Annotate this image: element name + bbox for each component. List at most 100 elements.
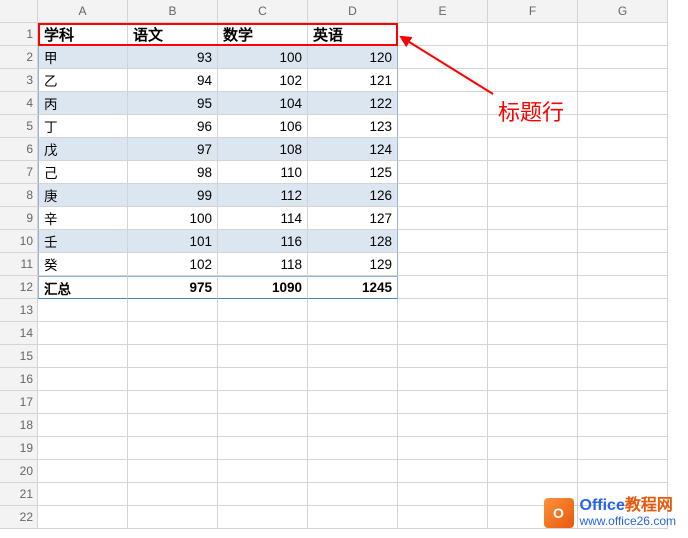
data-cell-r8-c1[interactable]: 116	[218, 230, 308, 253]
cell-B13[interactable]	[128, 299, 218, 322]
column-header-G[interactable]: G	[578, 0, 668, 23]
cell-D19[interactable]	[308, 437, 398, 460]
data-cell-r2-c2[interactable]: 122	[308, 92, 398, 115]
data-cell-r4-c0[interactable]: 97	[128, 138, 218, 161]
data-cell-r3-c1[interactable]: 106	[218, 115, 308, 138]
cell-E18[interactable]	[398, 414, 488, 437]
cell-D21[interactable]	[308, 483, 398, 506]
data-cell-r7-c2[interactable]: 127	[308, 207, 398, 230]
cell-D17[interactable]	[308, 391, 398, 414]
cell-B14[interactable]	[128, 322, 218, 345]
row-header-20[interactable]: 20	[0, 460, 38, 483]
cell-F6[interactable]	[488, 138, 578, 161]
cell-E22[interactable]	[398, 506, 488, 529]
cell-B18[interactable]	[128, 414, 218, 437]
row-header-18[interactable]: 18	[0, 414, 38, 437]
cell-G1[interactable]	[578, 23, 668, 46]
cell-A22[interactable]	[38, 506, 128, 529]
cell-E14[interactable]	[398, 322, 488, 345]
data-cell-r3-c2[interactable]: 123	[308, 115, 398, 138]
cell-G14[interactable]	[578, 322, 668, 345]
cell-G6[interactable]	[578, 138, 668, 161]
cell-F14[interactable]	[488, 322, 578, 345]
cell-B19[interactable]	[128, 437, 218, 460]
cell-E21[interactable]	[398, 483, 488, 506]
select-all-corner[interactable]	[0, 0, 38, 23]
cell-B22[interactable]	[128, 506, 218, 529]
row-name-4[interactable]: 戊	[38, 138, 128, 161]
cell-D18[interactable]	[308, 414, 398, 437]
cell-G13[interactable]	[578, 299, 668, 322]
data-cell-r4-c2[interactable]: 124	[308, 138, 398, 161]
cell-F10[interactable]	[488, 230, 578, 253]
row-header-3[interactable]: 3	[0, 69, 38, 92]
totals-value-1[interactable]: 1090	[218, 276, 308, 299]
data-cell-r0-c1[interactable]: 100	[218, 46, 308, 69]
cell-G19[interactable]	[578, 437, 668, 460]
data-cell-r9-c2[interactable]: 129	[308, 253, 398, 276]
cell-F15[interactable]	[488, 345, 578, 368]
cell-F17[interactable]	[488, 391, 578, 414]
row-header-14[interactable]: 14	[0, 322, 38, 345]
data-cell-r6-c2[interactable]: 126	[308, 184, 398, 207]
cell-A20[interactable]	[38, 460, 128, 483]
row-header-2[interactable]: 2	[0, 46, 38, 69]
cell-E16[interactable]	[398, 368, 488, 391]
cell-E12[interactable]	[398, 276, 488, 299]
cell-C17[interactable]	[218, 391, 308, 414]
cell-A17[interactable]	[38, 391, 128, 414]
column-header-F[interactable]: F	[488, 0, 578, 23]
cell-C19[interactable]	[218, 437, 308, 460]
cell-A21[interactable]	[38, 483, 128, 506]
row-header-17[interactable]: 17	[0, 391, 38, 414]
cell-D22[interactable]	[308, 506, 398, 529]
data-cell-r9-c1[interactable]: 118	[218, 253, 308, 276]
cell-F12[interactable]	[488, 276, 578, 299]
row-header-13[interactable]: 13	[0, 299, 38, 322]
cell-F11[interactable]	[488, 253, 578, 276]
column-header-E[interactable]: E	[398, 0, 488, 23]
cell-C21[interactable]	[218, 483, 308, 506]
data-cell-r0-c0[interactable]: 93	[128, 46, 218, 69]
data-cell-r6-c1[interactable]: 112	[218, 184, 308, 207]
cell-E15[interactable]	[398, 345, 488, 368]
cell-G11[interactable]	[578, 253, 668, 276]
cell-G5[interactable]	[578, 115, 668, 138]
cell-A13[interactable]	[38, 299, 128, 322]
cell-E11[interactable]	[398, 253, 488, 276]
row-header-8[interactable]: 8	[0, 184, 38, 207]
cell-G16[interactable]	[578, 368, 668, 391]
row-name-1[interactable]: 乙	[38, 69, 128, 92]
row-name-3[interactable]: 丁	[38, 115, 128, 138]
row-name-0[interactable]: 甲	[38, 46, 128, 69]
cell-G2[interactable]	[578, 46, 668, 69]
cell-E20[interactable]	[398, 460, 488, 483]
data-cell-r3-c0[interactable]: 96	[128, 115, 218, 138]
row-header-19[interactable]: 19	[0, 437, 38, 460]
row-header-6[interactable]: 6	[0, 138, 38, 161]
data-cell-r0-c2[interactable]: 120	[308, 46, 398, 69]
table-header-0[interactable]: 学科	[38, 23, 128, 46]
row-header-4[interactable]: 4	[0, 92, 38, 115]
column-header-B[interactable]: B	[128, 0, 218, 23]
row-header-1[interactable]: 1	[0, 23, 38, 46]
cell-G9[interactable]	[578, 207, 668, 230]
cell-B17[interactable]	[128, 391, 218, 414]
row-header-12[interactable]: 12	[0, 276, 38, 299]
row-name-6[interactable]: 庚	[38, 184, 128, 207]
row-name-8[interactable]: 壬	[38, 230, 128, 253]
cell-B16[interactable]	[128, 368, 218, 391]
totals-value-2[interactable]: 1245	[308, 276, 398, 299]
cell-A14[interactable]	[38, 322, 128, 345]
row-header-9[interactable]: 9	[0, 207, 38, 230]
data-cell-r8-c2[interactable]: 128	[308, 230, 398, 253]
cell-C20[interactable]	[218, 460, 308, 483]
cell-F18[interactable]	[488, 414, 578, 437]
row-name-7[interactable]: 辛	[38, 207, 128, 230]
data-cell-r2-c0[interactable]: 95	[128, 92, 218, 115]
cell-F20[interactable]	[488, 460, 578, 483]
cell-D16[interactable]	[308, 368, 398, 391]
column-header-C[interactable]: C	[218, 0, 308, 23]
cell-C22[interactable]	[218, 506, 308, 529]
data-cell-r5-c1[interactable]: 110	[218, 161, 308, 184]
